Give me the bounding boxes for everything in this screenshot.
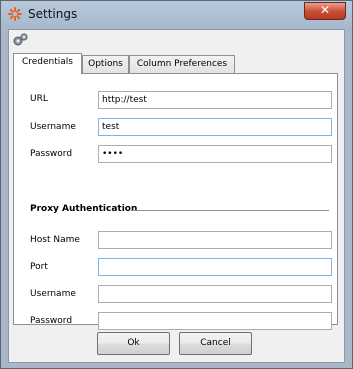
proxy-host-label: Host Name <box>30 235 80 245</box>
proxy-password-label: Password <box>30 316 73 326</box>
proxy-username-label: Username <box>30 289 76 299</box>
tab-options[interactable]: Options <box>82 55 129 73</box>
settings-app-icon <box>8 7 22 21</box>
tab-column-preferences[interactable]: Column Preferences <box>129 55 235 73</box>
gear-icon[interactable] <box>12 33 28 47</box>
proxy-port-field[interactable] <box>98 258 332 276</box>
username-field[interactable] <box>98 118 332 136</box>
section-divider <box>131 210 329 211</box>
proxy-host-field[interactable] <box>98 231 332 249</box>
proxy-password-field[interactable] <box>98 312 332 330</box>
proxy-section-title: Proxy Authentication <box>30 204 138 214</box>
settings-window: Settings ✕ Credentials Options Column Pr… <box>0 0 353 369</box>
tab-options-label: Options <box>88 59 123 69</box>
url-field[interactable] <box>98 91 332 109</box>
cancel-button[interactable]: Cancel <box>179 332 252 355</box>
close-button[interactable]: ✕ <box>304 2 346 20</box>
client-area: Credentials Options Column Preferences U… <box>8 29 345 363</box>
tab-credentials[interactable]: Credentials <box>13 53 82 74</box>
tab-credentials-label: Credentials <box>21 57 73 67</box>
proxy-username-field[interactable] <box>98 285 332 303</box>
ok-button[interactable]: Ok <box>97 332 170 355</box>
tab-column-preferences-label: Column Preferences <box>136 59 228 69</box>
credentials-panel: URL Username Password Proxy Authenticati… <box>13 73 338 330</box>
title-bar[interactable]: Settings ✕ <box>1 1 352 27</box>
url-label: URL <box>30 94 48 104</box>
password-field[interactable] <box>98 145 332 163</box>
window-title: Settings <box>28 7 78 21</box>
password-label: Password <box>30 149 73 159</box>
proxy-port-label: Port <box>30 262 48 272</box>
username-label: Username <box>30 122 76 132</box>
